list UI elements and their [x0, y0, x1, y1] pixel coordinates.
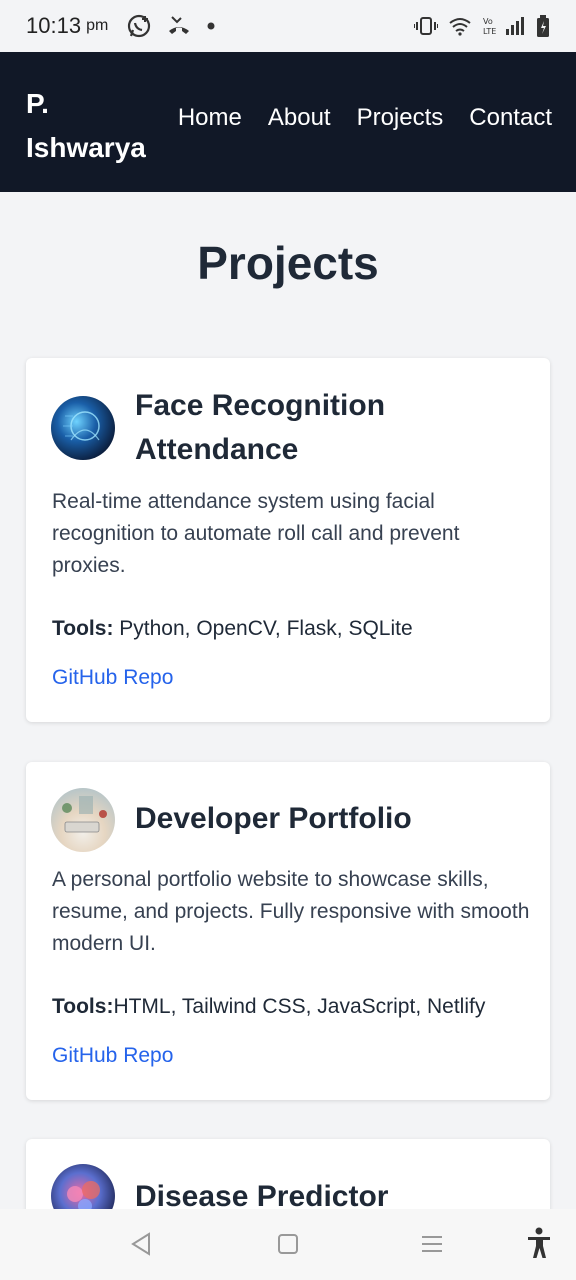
- project-thumbnail: [51, 396, 115, 460]
- missed-call-icon: [169, 16, 190, 34]
- site-header: P. Ishwarya Home About Projects Contact: [0, 52, 576, 192]
- tools-label: Tools:: [52, 617, 114, 640]
- battery-icon: [537, 15, 549, 37]
- recents-menu-icon[interactable]: [421, 1231, 443, 1257]
- project-thumbnail: [51, 788, 115, 852]
- vibrate-icon: [414, 17, 438, 35]
- tools-label: Tools:: [52, 995, 114, 1018]
- page-title: Projects: [197, 237, 379, 289]
- project-tools: Tools: Python, OpenCV, Flask, SQLite: [52, 617, 413, 641]
- wifi-icon: [449, 18, 471, 36]
- tools-list: Python, OpenCV, Flask, SQLite: [113, 617, 413, 640]
- brand-logo[interactable]: P. Ishwarya: [26, 82, 146, 170]
- accessibility-icon[interactable]: [526, 1227, 552, 1259]
- project-card: Developer Portfolio A personal portfolio…: [26, 762, 550, 1100]
- nav-link-about[interactable]: About: [268, 104, 331, 132]
- notification-dot-icon: [207, 22, 215, 30]
- status-bar: 10:13 pm Vo LTE: [0, 0, 576, 52]
- back-icon[interactable]: [130, 1231, 152, 1257]
- brand-name: Ishwarya: [26, 132, 146, 163]
- github-repo-link[interactable]: GitHub Repo: [52, 666, 173, 690]
- volte-icon: Vo LTE: [483, 17, 496, 36]
- system-navigation-bar: [0, 1209, 576, 1280]
- project-description: Real-time attendance system using facial…: [52, 490, 460, 577]
- project-title: Face Recognition Attendance: [135, 389, 386, 466]
- tools-list: HTML, Tailwind CSS, JavaScript, Netlify: [113, 995, 486, 1018]
- project-description: A personal portfolio website to showcase…: [52, 868, 530, 955]
- svg-text:Vo: Vo: [483, 17, 493, 26]
- nav-link-contact[interactable]: Contact: [469, 104, 552, 132]
- svg-text:LTE: LTE: [483, 27, 496, 36]
- github-repo-link[interactable]: GitHub Repo: [52, 1044, 173, 1068]
- project-card: Face Recognition Attendance Real-time at…: [26, 358, 550, 722]
- project-title: Developer Portfolio: [135, 802, 412, 835]
- brand-initial: P.: [26, 88, 49, 119]
- whatsapp-icon: [128, 14, 151, 38]
- signal-icon: [506, 17, 524, 35]
- nav-link-home[interactable]: Home: [178, 104, 242, 132]
- status-time: 10:13: [26, 13, 82, 38]
- status-ampm: pm: [86, 17, 109, 34]
- nav-link-projects[interactable]: Projects: [357, 104, 444, 132]
- nav-menu: Home About Projects Contact: [178, 104, 552, 132]
- home-icon[interactable]: [277, 1231, 299, 1257]
- project-tools: Tools:HTML, Tailwind CSS, JavaScript, Ne…: [52, 995, 485, 1019]
